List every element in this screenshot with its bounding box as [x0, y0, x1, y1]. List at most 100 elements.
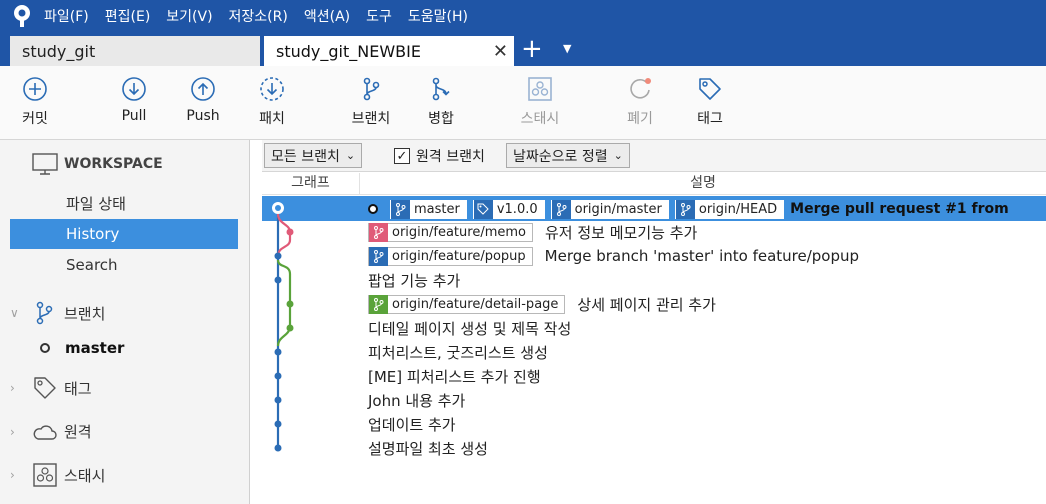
branch-icon — [675, 199, 695, 219]
commit-node — [274, 444, 282, 452]
sidebar-branches[interactable]: ∨ 브랜치 — [10, 300, 105, 326]
tag-button[interactable]: 태그 — [675, 76, 745, 128]
merge-label: 병합 — [428, 111, 454, 127]
plus-circle-icon — [23, 77, 47, 101]
commit-message: [ME] 피처리스트 추가 진행 — [368, 367, 541, 386]
sidebar-item-search[interactable]: Search — [10, 250, 238, 280]
patch-label: 패치 — [259, 111, 285, 127]
sidebar-remotes-label: 원격 — [64, 423, 92, 441]
commit-node — [274, 420, 282, 428]
commit-row[interactable]: origin/feature/detail-page 상세 페이지 관리 추가 — [368, 292, 716, 316]
commit-button[interactable]: 커밋 — [0, 76, 70, 128]
merge-button[interactable]: 병합 — [406, 76, 476, 128]
sidebar-tags-label: 태그 — [64, 379, 92, 398]
branch-filter-dropdown[interactable]: 모든 브랜치 ⌄ — [264, 143, 363, 168]
menu-edit[interactable]: 편집(E) — [105, 6, 151, 26]
sidebar-item-history[interactable]: History — [10, 219, 238, 249]
commit-message: 팝업 기능 추가 — [368, 271, 461, 290]
push-button[interactable]: Push — [168, 76, 238, 124]
menu-actions[interactable]: 액션(A) — [304, 6, 350, 26]
menu-tools[interactable]: 도구 — [366, 6, 392, 26]
discard-button[interactable]: 폐기 — [605, 76, 675, 128]
sidebar-item-file-status[interactable]: 파일 상태 — [10, 188, 238, 218]
push-label: Push — [186, 108, 220, 124]
tag-ref: v1.0.0 — [472, 199, 545, 219]
commit-row[interactable]: 설명파일 최초 생성 — [368, 436, 488, 460]
commit-list-header: 그래프 설명 — [262, 173, 1046, 195]
commit-message: Merge branch 'master' into feature/popup — [544, 247, 860, 265]
chevron-right-icon[interactable]: › — [10, 425, 32, 439]
ref-label: master — [414, 201, 460, 217]
chevron-down-icon[interactable]: ▼ — [563, 42, 571, 55]
commit-row[interactable]: 업데이트 추가 — [368, 412, 456, 436]
commit-row[interactable]: origin/feature/memo 유저 정보 메모기능 추가 — [368, 220, 697, 244]
tab-study-git-newbie[interactable]: study_git_NEWBIE ✕ — [264, 36, 514, 66]
sourcetree-logo-icon — [0, 0, 44, 32]
branch-icon — [391, 199, 410, 219]
commit-row[interactable]: master v1.0.0 origin/master origin/HEAD … — [368, 197, 1009, 221]
tab-label: study_git_NEWBIE — [276, 41, 421, 61]
commit-row[interactable]: John 내용 추가 — [368, 388, 465, 412]
sidebar-tags[interactable]: › 태그 — [10, 375, 92, 401]
commit-message: John 내용 추가 — [368, 391, 466, 410]
patch-button[interactable]: 패치 — [237, 76, 307, 128]
ref-label: origin/feature/detail-page — [392, 296, 559, 312]
menu-view[interactable]: 보기(V) — [166, 6, 212, 26]
sidebar-item-label: master — [65, 339, 125, 357]
chevron-right-icon[interactable]: › — [10, 468, 32, 482]
toolbar: 커밋 Pull Push 패치 브랜치 병합 스태시 폐기 태그 — [0, 66, 1046, 140]
branch-icon — [551, 199, 571, 219]
stash-icon — [528, 77, 552, 101]
commit-label: 커밋 — [22, 111, 48, 127]
close-icon[interactable]: ✕ — [493, 41, 508, 62]
current-branch-icon — [40, 343, 50, 353]
pull-button[interactable]: Pull — [99, 76, 169, 124]
sidebar-remotes[interactable]: › 원격 — [10, 421, 92, 442]
branch-ref-feature-memo: origin/feature/memo — [368, 222, 533, 242]
sort-dropdown[interactable]: 날짜순으로 정렬 ⌄ — [506, 143, 630, 168]
monitor-icon — [32, 153, 58, 175]
stash-button[interactable]: 스태시 — [505, 76, 575, 128]
commit-row[interactable]: 디테일 페이지 생성 및 제목 작성 — [368, 316, 571, 340]
chevron-down-icon[interactable]: ∨ — [10, 306, 32, 320]
chevron-down-icon: ⌄ — [613, 149, 623, 162]
ref-label: origin/feature/popup — [392, 248, 526, 264]
commit-node — [274, 348, 282, 356]
column-header-description[interactable]: 설명 — [360, 173, 1046, 195]
column-header-graph[interactable]: 그래프 — [262, 173, 360, 195]
ref-label: origin/HEAD — [698, 201, 778, 217]
chevron-right-icon[interactable]: › — [10, 381, 32, 395]
branch-icon — [369, 246, 388, 266]
discard-label: 폐기 — [627, 111, 653, 127]
sidebar-stashes-label: 스태시 — [64, 466, 106, 485]
remote-branch-toggle[interactable]: ✓ 원격 브랜치 — [394, 146, 485, 166]
branch-ref-origin-master: origin/master — [550, 199, 669, 219]
commit-list: master v1.0.0 origin/master origin/HEAD … — [262, 196, 1046, 504]
sidebar-branches-label: 브랜치 — [64, 304, 106, 323]
tag-icon — [34, 377, 56, 399]
commit-row[interactable]: 팝업 기능 추가 — [368, 268, 460, 292]
menu-help[interactable]: 도움말(H) — [408, 6, 468, 26]
branch-icon — [363, 77, 380, 101]
commit-row[interactable]: [ME] 피처리스트 추가 진행 — [368, 364, 541, 388]
commit-message: 업데이트 추가 — [368, 415, 456, 434]
menu-file[interactable]: 파일(F) — [44, 6, 89, 26]
sidebar-item-label: History — [66, 225, 120, 243]
sidebar-stashes[interactable]: › 스태시 — [10, 463, 105, 487]
head-indicator-icon — [368, 204, 378, 214]
tab-bar: study_git study_git_NEWBIE ✕ + ▼ — [0, 32, 1046, 66]
tab-study-git[interactable]: study_git — [10, 36, 260, 66]
commit-row[interactable]: origin/feature/popup Merge branch 'maste… — [368, 244, 859, 268]
tag-label: 태그 — [697, 111, 723, 127]
menu-repository[interactable]: 저장소(R) — [229, 6, 288, 26]
ref-label: v1.0.0 — [496, 201, 538, 217]
branch-filter-value: 모든 브랜치 — [271, 148, 340, 165]
remote-branch-checkbox[interactable]: ✓ — [394, 148, 410, 164]
sidebar-item-master[interactable]: master — [40, 339, 124, 357]
branch-button[interactable]: 브랜치 — [336, 76, 406, 128]
commit-message: 피처리스트, 굿즈리스트 생성 — [368, 343, 548, 362]
sidebar-item-label: 파일 상태 — [66, 194, 126, 213]
commit-row[interactable]: 피처리스트, 굿즈리스트 생성 — [368, 340, 548, 364]
commit-message: 디테일 페이지 생성 및 제목 작성 — [368, 319, 572, 338]
add-tab-icon[interactable]: + — [521, 34, 543, 64]
